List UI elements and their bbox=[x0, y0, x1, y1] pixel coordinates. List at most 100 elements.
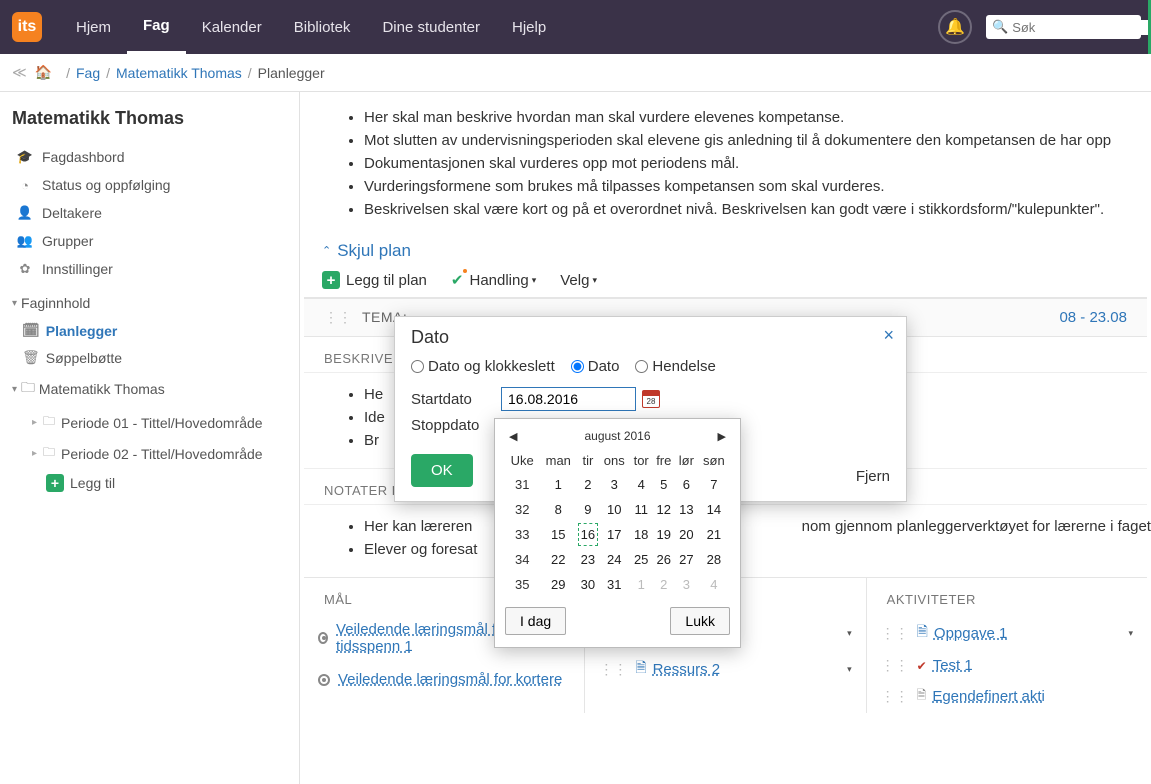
folder-icon: 🗀 bbox=[43, 443, 55, 464]
breadcrumb-course[interactable]: Matematikk Thomas bbox=[116, 65, 242, 81]
close-button[interactable]: Lukk bbox=[670, 607, 730, 635]
document-icon: 🗎 bbox=[917, 621, 928, 645]
nav-hjelp[interactable]: Hjelp bbox=[496, 0, 562, 54]
nav-hjem[interactable]: Hjem bbox=[60, 0, 127, 54]
dp-day[interactable]: 9 bbox=[577, 497, 599, 522]
dp-day[interactable]: 6 bbox=[675, 472, 698, 497]
document-icon: 🗎 bbox=[635, 657, 646, 681]
dp-day[interactable]: 17 bbox=[599, 522, 630, 547]
prev-month-icon[interactable]: ◀ bbox=[509, 430, 517, 443]
dp-day[interactable]: 20 bbox=[675, 522, 698, 547]
tree-add[interactable]: +Legg til bbox=[32, 469, 287, 497]
dp-day[interactable]: 4 bbox=[698, 572, 730, 597]
akt-link-3[interactable]: Egendefinert akti bbox=[932, 688, 1045, 705]
grip-icon[interactable]: ⋮⋮ bbox=[881, 688, 909, 705]
caret-down-icon[interactable]: ▾ bbox=[847, 664, 852, 675]
nav-fag[interactable]: Fag bbox=[127, 0, 186, 54]
logo[interactable]: its bbox=[12, 12, 42, 42]
breadcrumb-fag[interactable]: Fag bbox=[76, 65, 100, 81]
tree-periode-1[interactable]: ▸🗀Periode 01 - Tittel/Hovedområde bbox=[32, 407, 287, 438]
dp-day[interactable]: 10 bbox=[599, 497, 630, 522]
dp-day[interactable]: 30 bbox=[577, 572, 599, 597]
grip-icon[interactable]: ⋮⋮ bbox=[599, 661, 627, 678]
dp-day[interactable]: 3 bbox=[675, 572, 698, 597]
calendar-icon[interactable] bbox=[642, 390, 660, 408]
dp-day[interactable]: 29 bbox=[539, 572, 577, 597]
grip-icon[interactable]: ⋮⋮ bbox=[324, 309, 352, 325]
grip-icon[interactable]: ⋮⋮ bbox=[881, 657, 909, 674]
radio-dato-klokke[interactable]: Dato og klokkeslett bbox=[411, 358, 555, 375]
sidebar-section-course[interactable]: ▾🗀 Matematikk Thomas bbox=[12, 371, 287, 407]
mal-link-2[interactable]: Veiledende læringsmål for kortere bbox=[338, 671, 562, 688]
dp-day[interactable]: 11 bbox=[630, 497, 653, 522]
dp-day[interactable]: 25 bbox=[630, 547, 653, 572]
collapse-icon[interactable]: ≪ bbox=[12, 64, 25, 81]
plus-icon: + bbox=[46, 474, 64, 492]
dp-day[interactable]: 18 bbox=[630, 522, 653, 547]
dp-day[interactable]: 19 bbox=[652, 522, 675, 547]
fjern-link[interactable]: Fjern bbox=[856, 468, 890, 485]
sidebar-innstillinger[interactable]: ✿Innstillinger bbox=[12, 255, 287, 283]
sidebar-grupper[interactable]: 👥Grupper bbox=[12, 227, 287, 255]
radio-hendelse[interactable]: Hendelse bbox=[635, 358, 715, 375]
ok-button[interactable]: OK bbox=[411, 454, 473, 487]
dp-day[interactable]: 28 bbox=[698, 547, 730, 572]
dp-day[interactable]: 27 bbox=[675, 547, 698, 572]
tema-date[interactable]: 08 - 23.08 bbox=[1059, 309, 1127, 326]
sidebar-deltakere[interactable]: 👤Deltakere bbox=[12, 199, 287, 227]
akt-item-2: ⋮⋮✔Test 1 bbox=[867, 651, 1147, 680]
dp-day[interactable]: 13 bbox=[675, 497, 698, 522]
dp-day[interactable]: 2 bbox=[577, 472, 599, 497]
dp-day[interactable]: 2 bbox=[652, 572, 675, 597]
close-button[interactable]: × bbox=[883, 325, 894, 346]
home-icon[interactable]: 🏠 bbox=[35, 64, 52, 81]
dp-day[interactable]: 1 bbox=[630, 572, 653, 597]
dp-day[interactable]: 3 bbox=[599, 472, 630, 497]
dp-day[interactable]: 7 bbox=[698, 472, 730, 497]
dp-day[interactable]: 15 bbox=[539, 522, 577, 547]
sidebar-status[interactable]: ◔Status og oppfølging bbox=[12, 171, 287, 199]
akt-link-2[interactable]: Test 1 bbox=[933, 657, 973, 674]
nav-kalender[interactable]: Kalender bbox=[186, 0, 278, 54]
dp-day[interactable]: 4 bbox=[630, 472, 653, 497]
search-box[interactable]: 🔍 bbox=[986, 15, 1141, 39]
caret-down-icon[interactable]: ▾ bbox=[847, 628, 852, 639]
sidebar-section-faginnhold[interactable]: ▾Faginnhold bbox=[12, 289, 287, 317]
dp-day[interactable]: 24 bbox=[599, 547, 630, 572]
tree-periode-2[interactable]: ▸🗀Periode 02 - Tittel/Hovedområde bbox=[32, 438, 287, 469]
caret-down-icon[interactable]: ▾ bbox=[1128, 628, 1133, 639]
hide-plan-toggle[interactable]: ⌃Skjul plan bbox=[322, 241, 1147, 261]
akt-link-1[interactable]: Oppgave 1 bbox=[934, 625, 1007, 642]
radio-dato[interactable]: Dato bbox=[571, 358, 620, 375]
dp-day[interactable]: 14 bbox=[698, 497, 730, 522]
nav-studenter[interactable]: Dine studenter bbox=[366, 0, 496, 54]
radio-icon[interactable] bbox=[318, 632, 328, 644]
action-dropdown[interactable]: ✔Handling▾ bbox=[451, 271, 536, 289]
sidebar-dashboard[interactable]: 🎓Fagdashbord bbox=[12, 143, 287, 171]
nav-bibliotek[interactable]: Bibliotek bbox=[278, 0, 367, 54]
dp-day[interactable]: 5 bbox=[652, 472, 675, 497]
grip-icon[interactable]: ⋮⋮ bbox=[881, 625, 909, 642]
dp-day[interactable]: 31 bbox=[599, 572, 630, 597]
search-input[interactable] bbox=[1012, 20, 1151, 35]
add-plan-button[interactable]: +Legg til plan bbox=[322, 271, 427, 289]
notifications-icon[interactable]: 🔔 bbox=[938, 10, 972, 44]
select-dropdown[interactable]: Velg▾ bbox=[560, 272, 597, 289]
dp-day[interactable]: 22 bbox=[539, 547, 577, 572]
sidebar-planlegger[interactable]: 🗓Planlegger bbox=[22, 317, 287, 344]
ress-link-2[interactable]: Ressurs 2 bbox=[653, 661, 721, 678]
sidebar-trash[interactable]: 🗑Søppelbøtte bbox=[22, 344, 287, 371]
radio-icon[interactable] bbox=[318, 674, 330, 686]
dp-day[interactable]: 16 bbox=[577, 522, 599, 547]
dp-day[interactable]: 12 bbox=[652, 497, 675, 522]
dp-day[interactable]: 1 bbox=[539, 472, 577, 497]
group-icon: 👥 bbox=[16, 233, 34, 249]
user-icon: 👤 bbox=[16, 205, 34, 221]
dp-day[interactable]: 21 bbox=[698, 522, 730, 547]
dp-day[interactable]: 26 bbox=[652, 547, 675, 572]
next-month-icon[interactable]: ▶ bbox=[718, 430, 726, 443]
dp-day[interactable]: 8 bbox=[539, 497, 577, 522]
dp-day[interactable]: 23 bbox=[577, 547, 599, 572]
start-date-input[interactable] bbox=[501, 387, 636, 411]
today-button[interactable]: I dag bbox=[505, 607, 566, 635]
